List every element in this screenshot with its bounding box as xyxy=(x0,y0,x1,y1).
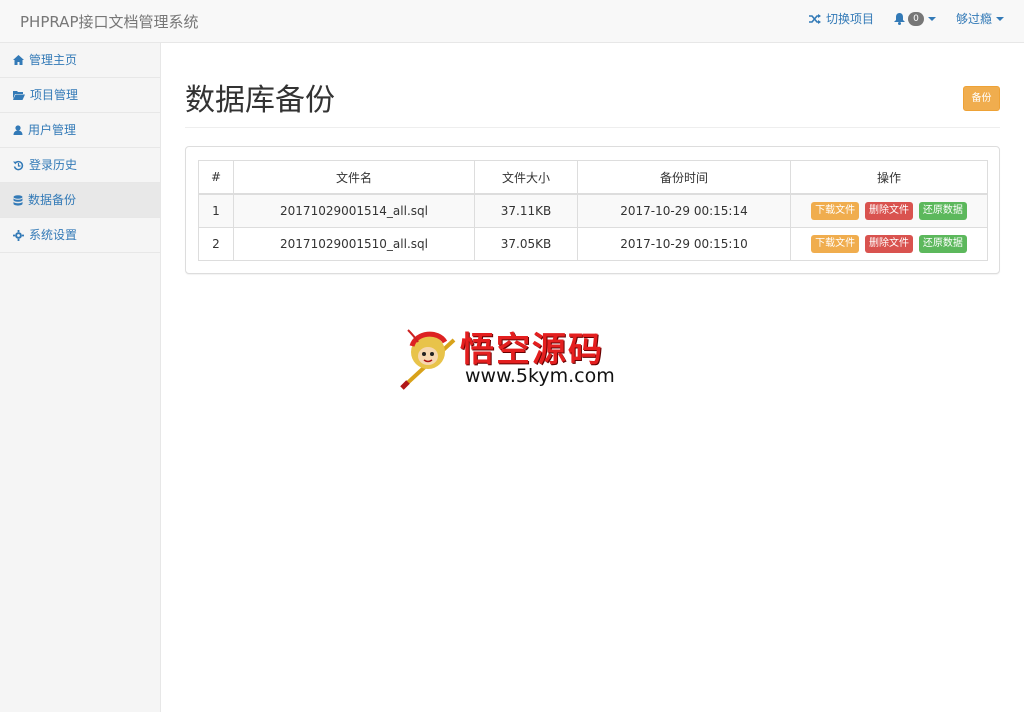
database-icon xyxy=(13,194,23,206)
watermark-title: 悟空源码 xyxy=(460,330,604,370)
top-navbar: PHPRAP接口文档管理系统 切换项目 0 够过瘾 xyxy=(0,0,1024,43)
sidebar-item-label: 登录历史 xyxy=(29,157,78,172)
column-header-actions: 操作 xyxy=(790,160,988,195)
sidebar: 管理主页 项目管理 用户管理 登录历史 数据备份 系统设置 xyxy=(0,43,161,712)
download-file-button[interactable]: 下载文件 xyxy=(811,202,860,220)
bell-icon xyxy=(893,12,905,25)
sidebar-item-label: 用户管理 xyxy=(28,122,77,137)
sidebar-item-settings[interactable]: 系统设置 xyxy=(0,218,160,253)
column-header-index: # xyxy=(198,160,234,195)
backup-table: # 文件名 文件大小 备份时间 操作 1 20171029001514_all.… xyxy=(198,160,988,261)
delete-file-button[interactable]: 删除文件 xyxy=(865,202,913,220)
cell-size: 37.11KB xyxy=(474,193,578,228)
chevron-down-icon xyxy=(927,16,936,21)
page-title: 数据库备份 xyxy=(185,83,335,118)
sidebar-item-data-backup[interactable]: 数据备份 xyxy=(0,183,160,218)
sidebar-item-projects[interactable]: 项目管理 xyxy=(0,78,160,113)
home-icon xyxy=(13,55,24,65)
cell-filename: 20171029001514_all.sql xyxy=(233,193,475,228)
main-content: 数据库备份 备份 # 文件名 文件大小 备份时间 操作 1 2017102900… xyxy=(185,43,1000,274)
user-menu-dropdown[interactable]: 够过瘾 xyxy=(956,10,1004,27)
table-row: 2 20171029001510_all.sql 37.05KB 2017-10… xyxy=(198,227,988,261)
cell-size: 37.05KB xyxy=(474,227,578,261)
folder-open-icon xyxy=(13,90,25,100)
user-icon xyxy=(13,125,23,135)
sidebar-item-label: 项目管理 xyxy=(30,87,79,102)
history-icon xyxy=(13,160,24,171)
table-row: 1 20171029001514_all.sql 37.11KB 2017-10… xyxy=(198,193,988,228)
chevron-down-icon xyxy=(996,16,1004,21)
navbar-right: 切换项目 0 够过瘾 xyxy=(808,10,1004,27)
switch-project-label: 切换项目 xyxy=(825,12,874,26)
delete-file-button[interactable]: 删除文件 xyxy=(865,235,913,253)
username-label: 够过瘾 xyxy=(955,12,992,26)
download-file-button[interactable]: 下载文件 xyxy=(811,235,860,253)
monkey-king-logo-icon xyxy=(400,329,456,390)
cell-time: 2017-10-29 00:15:10 xyxy=(577,227,791,261)
watermark-logo: 悟空源码 www.5kym.com xyxy=(398,318,628,393)
column-header-size: 文件大小 xyxy=(474,160,578,195)
cell-actions: 下载文件 删除文件 还原数据 xyxy=(790,227,988,261)
sidebar-item-login-history[interactable]: 登录历史 xyxy=(0,148,160,183)
watermark-url: www.5kym.com xyxy=(465,365,615,387)
sidebar-item-label: 系统设置 xyxy=(29,227,78,242)
sidebar-item-label: 数据备份 xyxy=(28,192,77,207)
gear-icon xyxy=(13,229,24,241)
cell-index: 2 xyxy=(198,227,234,261)
sidebar-item-label: 管理主页 xyxy=(29,52,78,67)
restore-data-button[interactable]: 还原数据 xyxy=(918,235,967,253)
backup-button[interactable]: 备份 xyxy=(963,86,1000,111)
backup-panel: # 文件名 文件大小 备份时间 操作 1 20171029001514_all.… xyxy=(185,146,1000,274)
sidebar-item-home[interactable]: 管理主页 xyxy=(0,43,160,78)
notifications-dropdown[interactable]: 0 xyxy=(893,11,936,26)
shuffle-icon xyxy=(808,13,821,24)
app-brand[interactable]: PHPRAP接口文档管理系统 xyxy=(20,11,199,32)
cell-time: 2017-10-29 00:15:14 xyxy=(577,193,791,228)
cell-filename: 20171029001510_all.sql xyxy=(233,227,475,261)
column-header-filename: 文件名 xyxy=(233,160,475,195)
sidebar-item-users[interactable]: 用户管理 xyxy=(0,113,160,148)
notification-badge: 0 xyxy=(907,11,924,26)
switch-project-link[interactable]: 切换项目 xyxy=(808,10,874,27)
page-header: 数据库备份 备份 xyxy=(185,43,1000,128)
column-header-time: 备份时间 xyxy=(577,160,791,195)
table-header-row: # 文件名 文件大小 备份时间 操作 xyxy=(198,160,988,195)
restore-data-button[interactable]: 还原数据 xyxy=(918,202,967,220)
cell-index: 1 xyxy=(198,193,234,228)
cell-actions: 下载文件 删除文件 还原数据 xyxy=(790,193,988,228)
